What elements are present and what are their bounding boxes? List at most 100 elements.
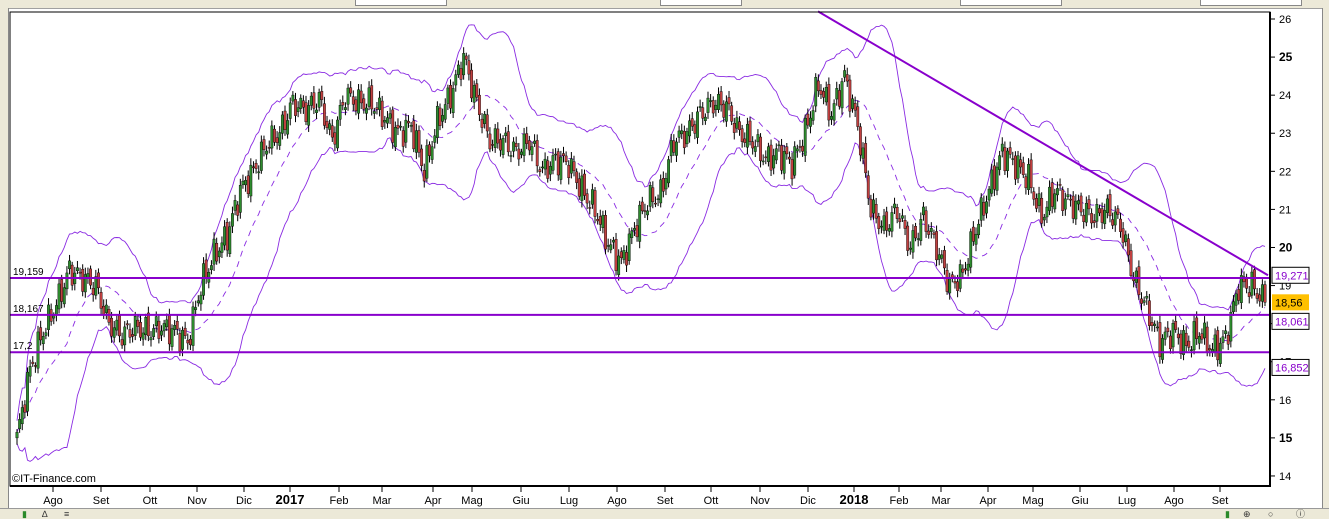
candle (41, 336, 45, 345)
candle (577, 178, 581, 197)
candle (1205, 326, 1209, 353)
candle (995, 166, 999, 191)
candle (396, 124, 400, 129)
candle (493, 128, 497, 148)
candle (1155, 326, 1159, 329)
candle (139, 321, 142, 338)
list-icon[interactable]: ≡ (64, 510, 69, 519)
candle (1066, 194, 1070, 197)
zoom-out-icon[interactable]: ○ (1268, 510, 1273, 519)
toolbar-field[interactable] (1200, 0, 1302, 6)
candle (238, 185, 242, 213)
x-tick-label: 2018 (840, 492, 869, 507)
zoom-in-icon[interactable]: ⊕ (1243, 510, 1251, 519)
candle (840, 81, 844, 109)
candle (160, 330, 163, 336)
candle (165, 319, 169, 328)
candle (1053, 193, 1057, 210)
candle (759, 136, 762, 161)
candle (848, 79, 852, 112)
candle (110, 317, 113, 337)
candle (861, 147, 865, 159)
candle (1024, 176, 1028, 189)
candle (735, 117, 739, 129)
candle (877, 216, 881, 229)
candle (738, 121, 741, 130)
candle (1258, 294, 1262, 302)
toolbar-field[interactable] (355, 0, 447, 6)
candle (890, 212, 894, 232)
candle (701, 107, 705, 119)
candle (388, 113, 392, 119)
candle (162, 323, 166, 332)
candle (407, 121, 410, 124)
candle (57, 283, 61, 310)
toolbar-field[interactable] (960, 0, 1062, 6)
candle (393, 127, 397, 148)
candle (372, 111, 376, 114)
candle (144, 317, 148, 335)
candle (940, 254, 944, 259)
candle (478, 94, 481, 115)
candle (627, 233, 631, 261)
candle (456, 64, 460, 75)
candle (131, 334, 135, 337)
candle (412, 120, 416, 150)
candle (643, 210, 647, 212)
candle (872, 199, 875, 214)
candle (541, 166, 544, 169)
candle (325, 120, 329, 128)
right-scrollbar[interactable] (1322, 8, 1329, 508)
candle (911, 230, 915, 253)
candle (62, 287, 66, 305)
candle (790, 159, 794, 180)
candle (651, 187, 655, 202)
candle (869, 198, 873, 218)
y-tick-label: 23 (1279, 128, 1291, 140)
y-tick-label: 15 (1279, 431, 1293, 445)
candle (375, 107, 379, 110)
indicator-icon[interactable]: ∆ (42, 510, 48, 519)
toolbar-field[interactable] (660, 0, 742, 6)
candle (1105, 198, 1109, 213)
candle (1111, 219, 1115, 226)
candle (233, 200, 237, 211)
candle (1019, 159, 1023, 168)
candle (851, 98, 854, 109)
x-tick-label: Ott (704, 495, 719, 507)
candle (703, 116, 707, 121)
candle-icon[interactable]: ▮ (22, 510, 27, 519)
candle (217, 250, 221, 258)
candle (99, 292, 103, 309)
candle (315, 109, 318, 113)
candle (236, 204, 240, 216)
candle (262, 139, 266, 150)
candle (1063, 198, 1067, 210)
candle (1069, 198, 1072, 201)
candle (562, 153, 565, 156)
candle (551, 155, 555, 171)
candle (1250, 271, 1254, 296)
candle (614, 239, 618, 271)
candle (598, 216, 602, 225)
candle (499, 139, 502, 151)
candle (409, 125, 413, 127)
candle (1008, 147, 1012, 155)
candle (91, 287, 95, 296)
candle (1042, 216, 1046, 221)
candle (68, 260, 71, 270)
candle (977, 223, 981, 236)
candle (422, 170, 426, 182)
candle (1087, 199, 1091, 210)
candle (330, 125, 334, 138)
candle (1216, 330, 1220, 361)
candle (590, 189, 594, 205)
candle (1006, 150, 1009, 171)
candle (1029, 159, 1033, 189)
info-icon[interactable]: ⓘ (1296, 510, 1305, 519)
candle-icon[interactable]: ▮ (1225, 510, 1230, 519)
candle (380, 100, 384, 127)
candle (328, 123, 332, 130)
candle (220, 242, 224, 253)
watermark: ©IT-Finance.com (12, 473, 96, 485)
